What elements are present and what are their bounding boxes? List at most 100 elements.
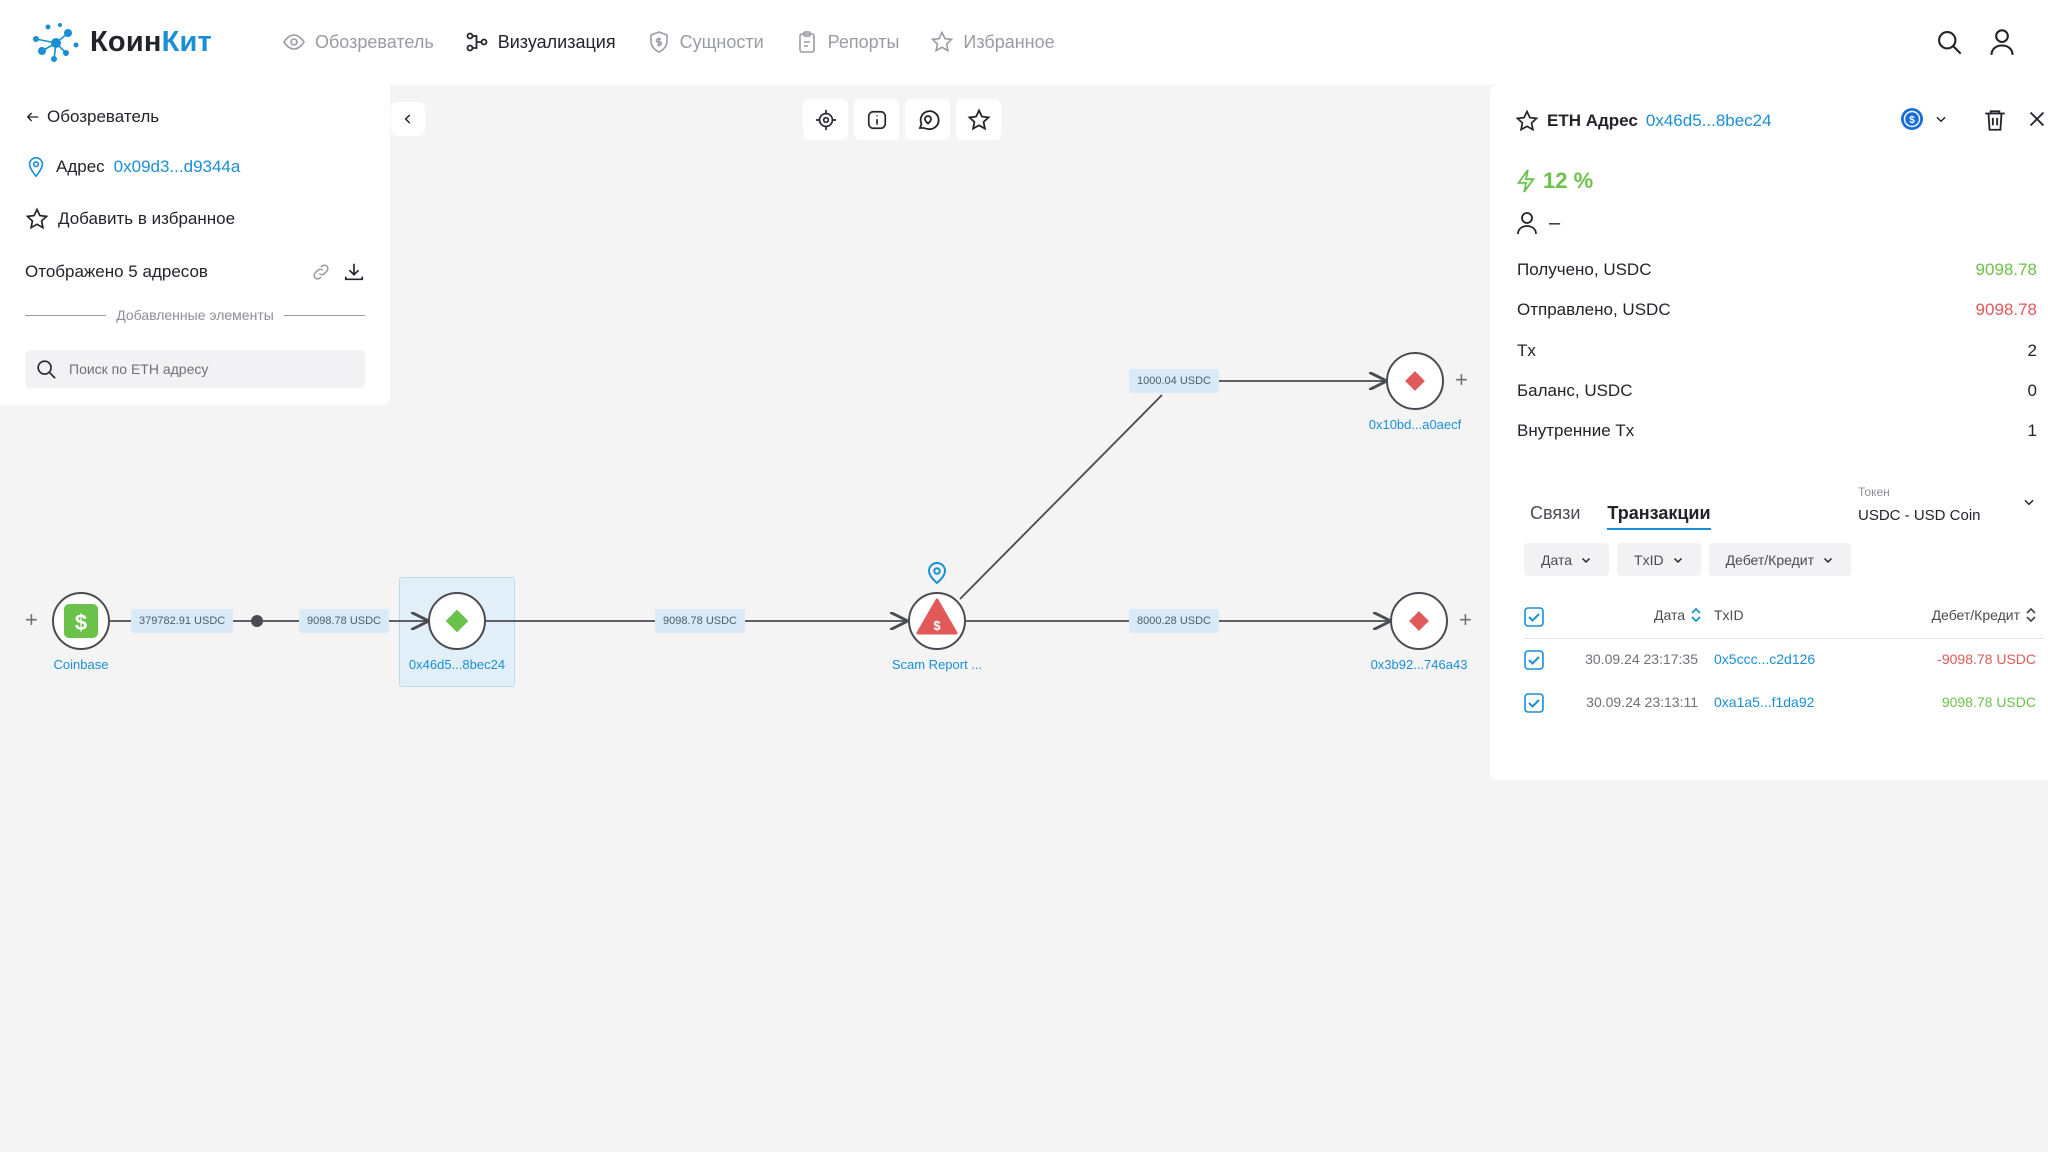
table-row[interactable]: 30.09.24 23:13:11 0xa1a5...f1da92 9098.7… (1524, 682, 2044, 725)
stat-label: Баланс, USDC (1517, 381, 1633, 400)
nav-label: Репорты (827, 31, 900, 52)
nav-item-favorites[interactable]: Избранное (930, 28, 1055, 56)
nav-item-explorer[interactable]: Обозреватель (282, 28, 434, 56)
back-link[interactable]: Обозреватель (25, 107, 159, 127)
chevron-down-icon (1823, 557, 1833, 563)
header-amount[interactable]: Дебет/Кредит (1932, 607, 2036, 623)
nav-item-visualization[interactable]: Визуализация (465, 28, 616, 56)
node-label-right[interactable]: 0x3b92...746a43 (1371, 657, 1468, 672)
nav-item-entities[interactable]: Сущности (647, 28, 764, 56)
address-link[interactable]: 0x09d3...d9344a (114, 157, 241, 177)
center-button[interactable] (803, 99, 848, 140)
filter-bar: Дата TxID Дебет/Кредит (1524, 543, 1851, 576)
add-favorite[interactable]: Добавить в избранное (25, 207, 235, 231)
link-icon[interactable] (311, 262, 331, 282)
sort-icon (1691, 607, 1701, 623)
tab-links[interactable]: Связи (1530, 503, 1580, 530)
node-label-coinbase[interactable]: Coinbase (54, 657, 109, 672)
info-button[interactable] (854, 99, 899, 140)
canvas-toolbar (803, 99, 1001, 140)
row-amount: 9098.78 USDC (1941, 694, 2036, 710)
panel-title: ETH Адрес 0x46d5...8bec24 (1515, 109, 1772, 133)
stat-received: Получено, USDC 9098.78 (1517, 260, 2037, 280)
close-icon[interactable] (2026, 108, 2048, 130)
expand-plus[interactable]: + (25, 607, 38, 633)
title-prefix: ETH Адрес (1547, 111, 1638, 130)
select-all-checkbox[interactable] (1524, 607, 1544, 627)
token-select[interactable]: Токен USDC - USD Coin (1858, 485, 2034, 524)
star-icon (931, 30, 954, 53)
edge-label[interactable]: 9098.78 USDC (299, 609, 389, 633)
edge-label[interactable]: 8000.28 USDC (1129, 609, 1219, 633)
expand-plus[interactable]: + (1459, 607, 1472, 633)
nav-label: Визуализация (497, 31, 616, 52)
transactions-table: Дата TxID Дебет/Кредит 30.09.24 23:17:35… (1524, 595, 2044, 725)
search-icon[interactable] (1935, 28, 1963, 56)
svg-text:$: $ (1909, 115, 1915, 126)
edge-label[interactable]: 9098.78 USDC (655, 609, 745, 633)
stat-internal-tx: Внутренние Tx 1 (1517, 421, 2037, 441)
token-switch[interactable]: $ (1900, 107, 1948, 131)
owner-value: – (1549, 211, 1561, 234)
chevron-down-icon (2024, 499, 2034, 506)
node-label-selected[interactable]: 0x46d5...8bec24 (409, 657, 505, 672)
filter-date[interactable]: Дата (1524, 543, 1610, 576)
token-label: Токен (1858, 485, 1890, 499)
search-placeholder: Поиск по ETH адресу (69, 361, 209, 377)
filter-txid[interactable]: TxID (1617, 543, 1701, 576)
stat-value: 9098.78 (1975, 300, 2037, 319)
top-header: КоинКит Обозреватель Визуализация Сущнос… (0, 0, 2048, 85)
trash-icon[interactable] (1982, 107, 2008, 133)
nav-label: Избранное (963, 31, 1055, 52)
info-icon (867, 110, 886, 129)
chevron-left-icon (404, 114, 411, 124)
table-row[interactable]: 30.09.24 23:17:35 0x5ccc...c2d126 -9098.… (1524, 639, 2044, 682)
address-row: Адрес 0x09d3...d9344a (25, 155, 240, 179)
edge-label[interactable]: 1000.04 USDC (1129, 369, 1219, 393)
row-date: 30.09.24 23:13:11 (1586, 694, 1698, 710)
row-amount: -9098.78 USDC (1937, 651, 2036, 667)
address-details-panel: ETH Адрес 0x46d5...8bec24 $ 12 % – Получ… (1490, 85, 2048, 780)
stat-balance: Баланс, USDC 0 (1517, 381, 2037, 401)
left-panel: Обозреватель Адрес 0x09d3...d9344a Добав… (0, 85, 390, 405)
node-label-top[interactable]: 0x10bd...a0aecf (1369, 417, 1462, 432)
chevron-down-icon (1936, 116, 1946, 123)
user-icon[interactable] (1988, 28, 2016, 56)
stat-label: Получено, USDC (1517, 260, 1652, 279)
chevron-down-icon (1581, 557, 1591, 563)
title-address[interactable]: 0x46d5...8bec24 (1646, 111, 1772, 131)
comment-location-icon (918, 109, 939, 130)
address-prefix: Адрес (56, 157, 105, 176)
location-pin-icon (28, 157, 44, 178)
download-icon[interactable] (343, 261, 365, 283)
svg-text:$: $ (75, 610, 87, 635)
header-date-label: Дата (1654, 607, 1686, 623)
row-checkbox[interactable] (1524, 693, 1544, 713)
usdc-icon: $ (1901, 108, 1923, 130)
filter-debit-credit[interactable]: Дебет/Кредит (1708, 543, 1851, 576)
nav-item-reports[interactable]: Репорты (795, 28, 900, 56)
comment-button[interactable] (905, 99, 950, 140)
row-date: 30.09.24 23:17:35 (1585, 651, 1698, 667)
edge-label[interactable]: 379782.91 USDC (131, 609, 234, 633)
row-checkbox[interactable] (1524, 650, 1544, 670)
header-date[interactable]: Дата (1654, 607, 1701, 623)
stat-value: 1 (2027, 421, 2037, 440)
sort-icon (2026, 607, 2036, 623)
expand-plus[interactable]: + (1455, 367, 1468, 393)
stat-sent: Отправлено, USDC 9098.78 (1517, 300, 2037, 320)
collapse-panel-button[interactable] (391, 102, 425, 136)
table-header: Дата TxID Дебет/Кредит (1524, 595, 2044, 639)
search-input[interactable]: Поиск по ETH адресу (25, 350, 365, 388)
star-icon[interactable] (1515, 109, 1539, 133)
row-txid-link[interactable]: 0xa1a5...f1da92 (1714, 694, 1814, 710)
shown-row: Отображено 5 адресов (25, 261, 365, 283)
crosshair-icon (815, 109, 836, 130)
favorite-button[interactable] (956, 99, 1001, 140)
row-txid-link[interactable]: 0x5ccc...c2d126 (1714, 651, 1815, 667)
tab-transactions[interactable]: Транзакции (1607, 503, 1711, 530)
node-label-scam[interactable]: Scam Report ... (892, 657, 982, 672)
risk-score: 12 % (1515, 167, 1593, 195)
graph-icon (466, 32, 488, 52)
app-logo[interactable]: КоинКит (32, 21, 212, 63)
